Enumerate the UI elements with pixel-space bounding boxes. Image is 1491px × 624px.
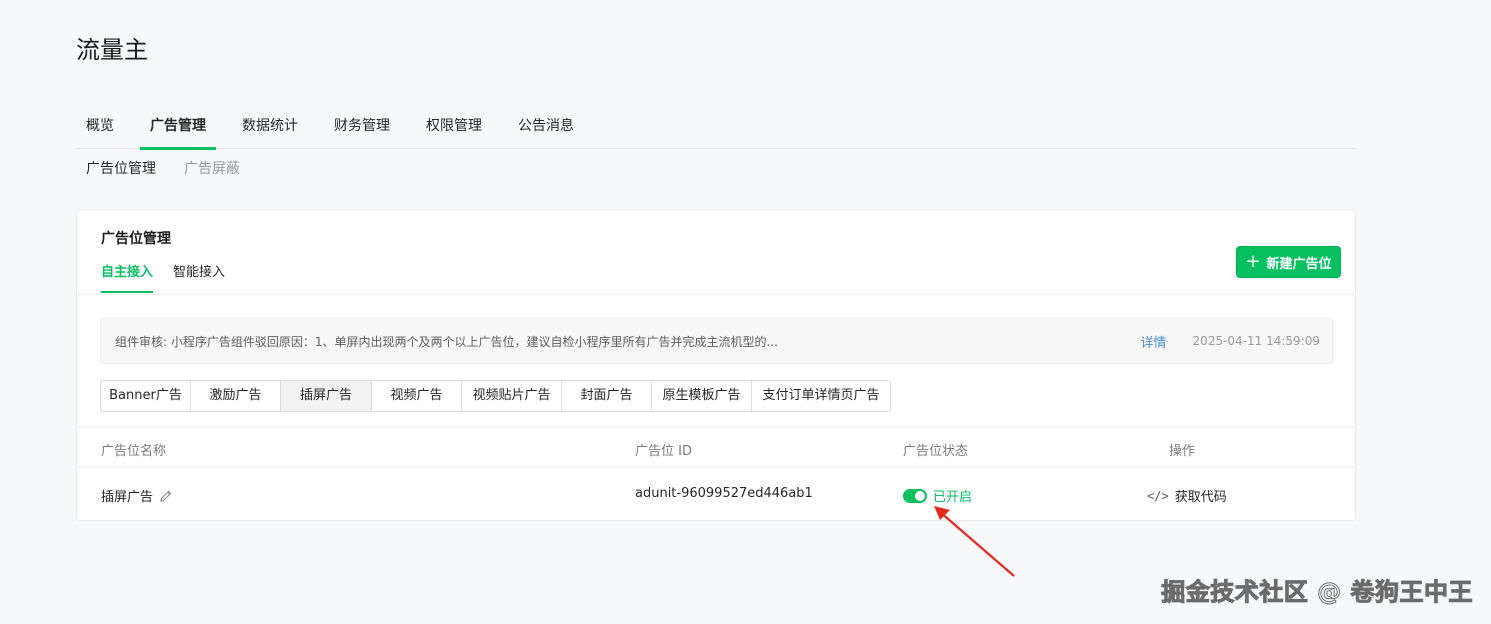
ad-type-video[interactable]: 视频广告 xyxy=(372,381,462,411)
ad-type-video-patch[interactable]: 视频贴片广告 xyxy=(462,381,562,411)
main-nav-tabs: 概览 广告管理 数据统计 财务管理 权限管理 公告消息 xyxy=(76,104,1356,150)
tab-self-access[interactable]: 自主接入 xyxy=(101,262,154,293)
tab-finance[interactable]: 财务管理 xyxy=(324,104,400,149)
ad-type-payment-detail[interactable]: 支付订单详情页广告 xyxy=(752,381,890,411)
review-notice: 组件审核: 小程序广告组件驳回原因：1、单屏内出现两个及两个以上广告位，建议自检… xyxy=(100,318,1333,364)
get-code-action[interactable]: </> 获取代码 xyxy=(1147,486,1227,506)
ad-slot-card: 广告位管理 自主接入 智能接入 + 新建广告位 组件审核: 小程序广告组件驳回原… xyxy=(76,209,1356,521)
column-header: 广告位名称 xyxy=(101,444,167,459)
column-header: 操作 xyxy=(1169,444,1196,459)
table-row: 插屏广告 adunit-96099527ed446ab1 已开启 </> 获取代… xyxy=(77,468,1355,521)
code-icon: </> xyxy=(1147,488,1169,503)
subtab-ad-slot-management[interactable]: 广告位管理 xyxy=(86,158,156,180)
plus-icon: + xyxy=(1245,251,1261,272)
notice-details-link[interactable]: 详情 xyxy=(1141,332,1167,351)
page-title: 流量主 xyxy=(76,36,148,64)
ad-type-interstitial[interactable]: 插屏广告 xyxy=(281,381,372,411)
slot-id-cell: adunit-96099527ed446ab1 xyxy=(635,486,813,501)
table-header: 广告位名称 广告位 ID 广告位状态 操作 xyxy=(77,427,1355,468)
watermark: 掘金技术社区 @ 卷狗王中王 xyxy=(1161,578,1473,607)
new-ad-slot-button[interactable]: + 新建广告位 xyxy=(1236,246,1341,278)
notice-timestamp: 2025-04-11 14:59:09 xyxy=(1192,334,1320,348)
tab-announcements[interactable]: 公告消息 xyxy=(508,104,584,149)
column-header: 广告位状态 xyxy=(903,444,969,459)
ad-type-native-template[interactable]: 原生模板广告 xyxy=(652,381,752,411)
pencil-icon[interactable] xyxy=(159,489,173,503)
slot-name-cell: 插屏广告 xyxy=(101,486,173,505)
slot-name: 插屏广告 xyxy=(101,490,154,505)
subtab-ad-blocking[interactable]: 广告屏蔽 xyxy=(184,158,240,180)
tab-overview[interactable]: 概览 xyxy=(76,104,124,149)
sub-nav-tabs: 广告位管理 广告屏蔽 xyxy=(86,158,240,180)
slot-id: adunit-96099527ed446ab1 xyxy=(635,486,813,501)
divider xyxy=(77,294,1355,295)
tab-data-statistics[interactable]: 数据统计 xyxy=(232,104,308,149)
access-mode-tabs: 自主接入 智能接入 xyxy=(101,262,225,293)
tab-smart-access[interactable]: 智能接入 xyxy=(173,262,225,293)
card-title: 广告位管理 xyxy=(101,231,171,247)
new-ad-slot-label: 新建广告位 xyxy=(1266,256,1332,272)
ad-type-cover[interactable]: 封面广告 xyxy=(562,381,652,411)
annotation-arrow-icon xyxy=(934,506,1015,577)
column-header: 广告位 ID xyxy=(635,444,692,459)
ad-type-tabs: Banner广告 激励广告 插屏广告 视频广告 视频贴片广告 封面广告 原生模板… xyxy=(100,380,891,412)
status-toggle[interactable] xyxy=(903,488,927,503)
tab-permissions[interactable]: 权限管理 xyxy=(416,104,492,149)
tab-ad-management[interactable]: 广告管理 xyxy=(140,104,216,150)
get-code-label: 获取代码 xyxy=(1174,490,1227,505)
notice-text: 组件审核: 小程序广告组件驳回原因：1、单屏内出现两个及两个以上广告位，建议自检… xyxy=(115,334,778,349)
ad-type-banner[interactable]: Banner广告 xyxy=(101,381,191,411)
ad-type-rewarded[interactable]: 激励广告 xyxy=(191,381,281,411)
